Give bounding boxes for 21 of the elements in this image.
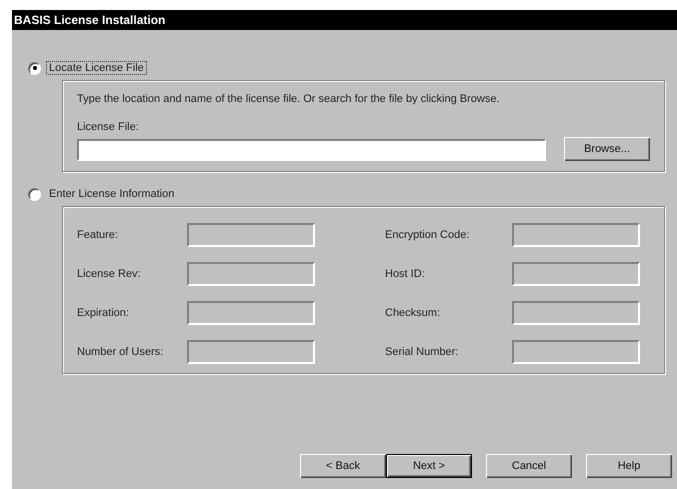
field-label: Number of Users: — [77, 346, 164, 358]
field-label: Host ID: — [385, 268, 426, 280]
window-title: BASIS License Installation — [12, 10, 677, 30]
field-label: License Rev: — [77, 268, 142, 280]
field-label: License File: — [77, 121, 140, 133]
dialog-button[interactable]: Help — [586, 454, 672, 478]
field-label: Checksum: — [385, 307, 442, 319]
dialog-button[interactable]: Cancel — [486, 454, 572, 478]
dialog-button[interactable]: < Back — [300, 454, 386, 478]
field-label: Feature: — [77, 229, 119, 241]
field-label: Expiration: — [77, 307, 130, 319]
instructions-text: Type the location and name of the license file. Or search for the file by clicking Browse. — [77, 93, 500, 105]
field-label: Serial Number: — [385, 346, 460, 358]
field-label: Encryption Code: — [385, 229, 470, 241]
radio-label[interactable]: Locate License File — [47, 62, 146, 74]
browse-button[interactable]: Browse... — [564, 137, 650, 161]
radio-label[interactable]: Enter License Information — [47, 188, 176, 200]
license-file-field[interactable] — [77, 139, 546, 161]
radio-button[interactable] — [28, 62, 41, 74]
dialog-button[interactable]: Next > — [386, 454, 472, 478]
radio-button[interactable] — [28, 188, 41, 200]
